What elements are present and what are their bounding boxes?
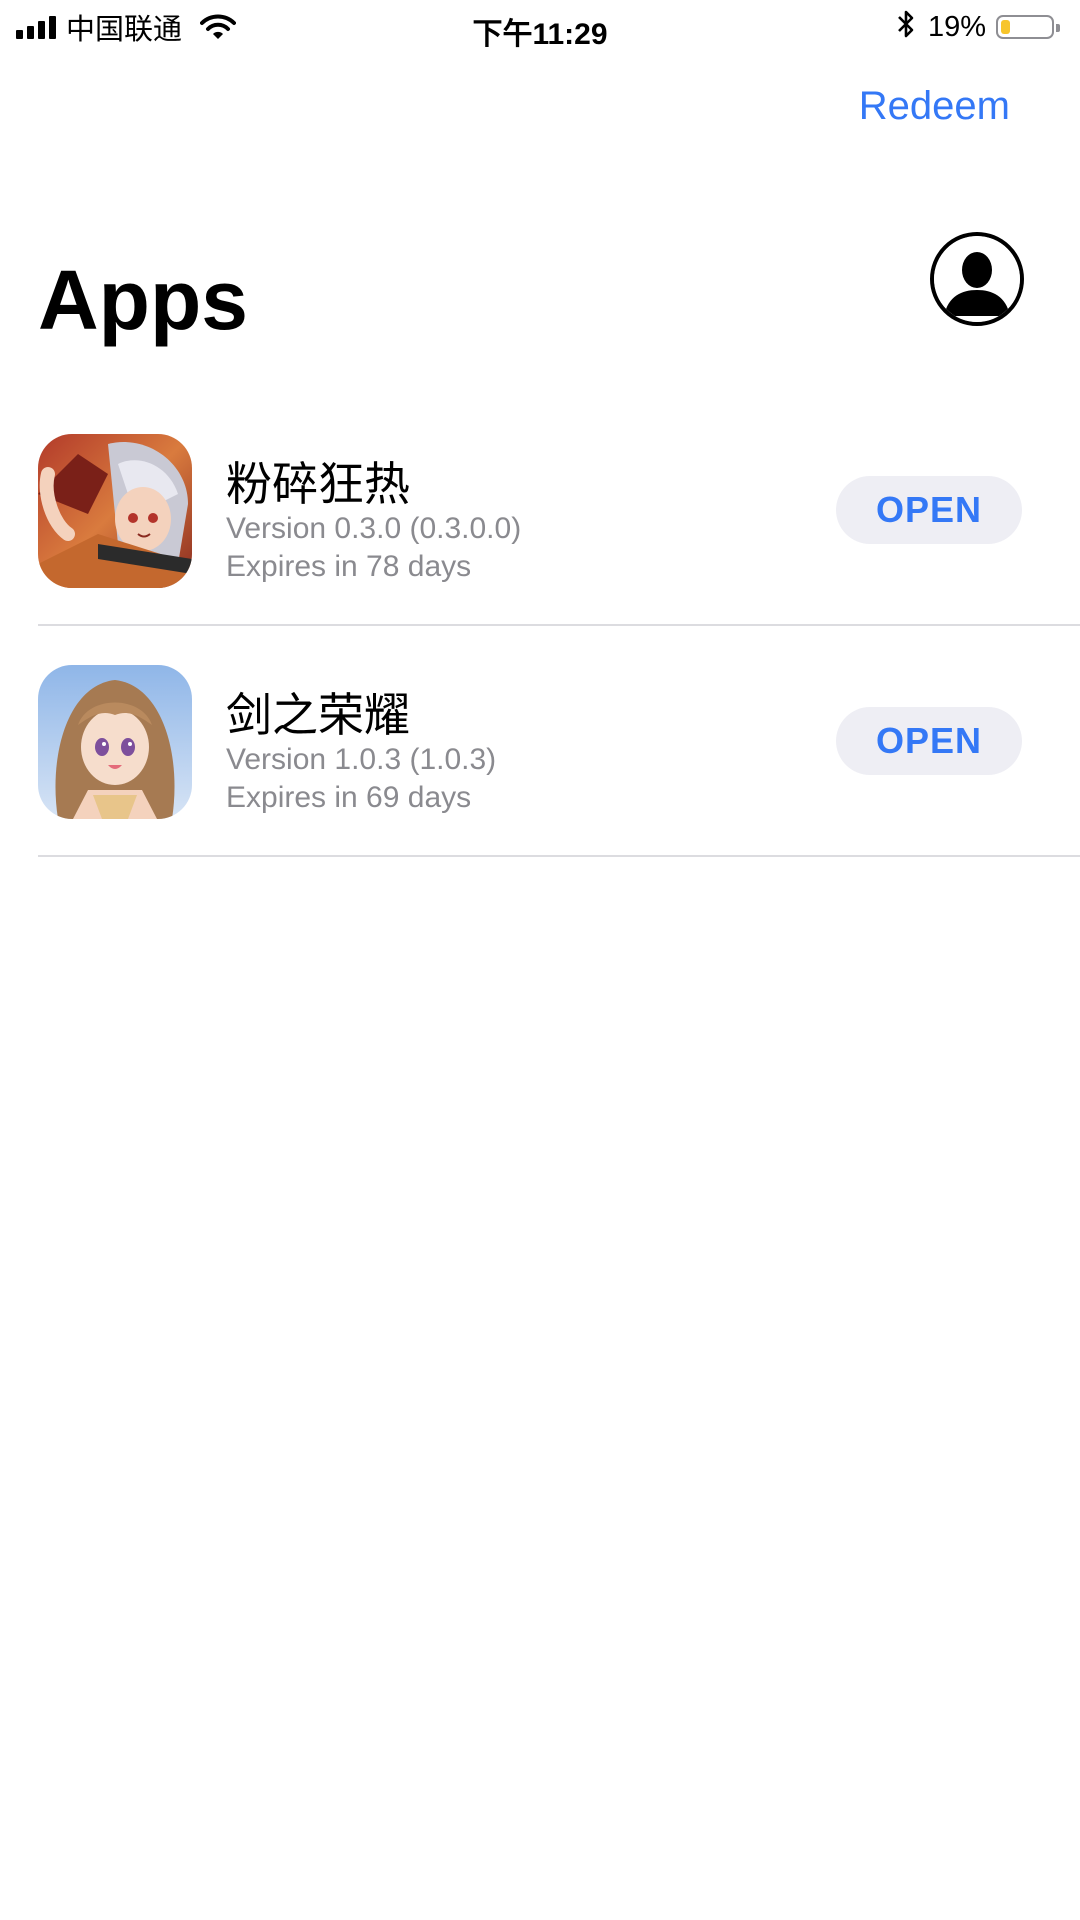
divider	[38, 855, 1080, 857]
redeem-button[interactable]: Redeem	[859, 84, 1010, 129]
screen: 中国联通 下午11:29 19% Redeem Apps 粉碎狂热 Versio…	[0, 0, 1080, 1920]
battery-percent: 19%	[927, 10, 986, 43]
app-row: 剑之荣耀 Version 1.0.3 (1.0.3) Expires in 69…	[0, 665, 1080, 897]
divider	[38, 624, 1080, 626]
battery-tip	[1056, 24, 1060, 32]
app-name: 剑之荣耀	[226, 688, 410, 742]
battery-level-fill	[1001, 20, 1010, 34]
open-button[interactable]: OPEN	[836, 476, 1022, 544]
open-button[interactable]: OPEN	[836, 707, 1022, 775]
bluetooth-icon	[896, 9, 916, 46]
app-name: 粉碎狂热	[226, 457, 410, 511]
app-icon-anime-girl[interactable]	[38, 665, 192, 819]
app-version: Version 0.3.0 (0.3.0.0)	[226, 512, 522, 545]
app-icon-anime-boy[interactable]	[38, 434, 192, 588]
app-expires: Expires in 78 days	[226, 550, 472, 583]
status-right: 19%	[896, 9, 1060, 46]
page-title: Apps	[38, 253, 248, 347]
app-expires: Expires in 69 days	[226, 781, 472, 814]
account-icon[interactable]	[930, 232, 1024, 326]
status-bar: 中国联通 下午11:29 19%	[0, 0, 1080, 54]
app-version: Version 1.0.3 (1.0.3)	[226, 743, 497, 776]
app-row: 粉碎狂热 Version 0.3.0 (0.3.0.0) Expires in …	[0, 434, 1080, 666]
battery-icon	[996, 15, 1060, 39]
